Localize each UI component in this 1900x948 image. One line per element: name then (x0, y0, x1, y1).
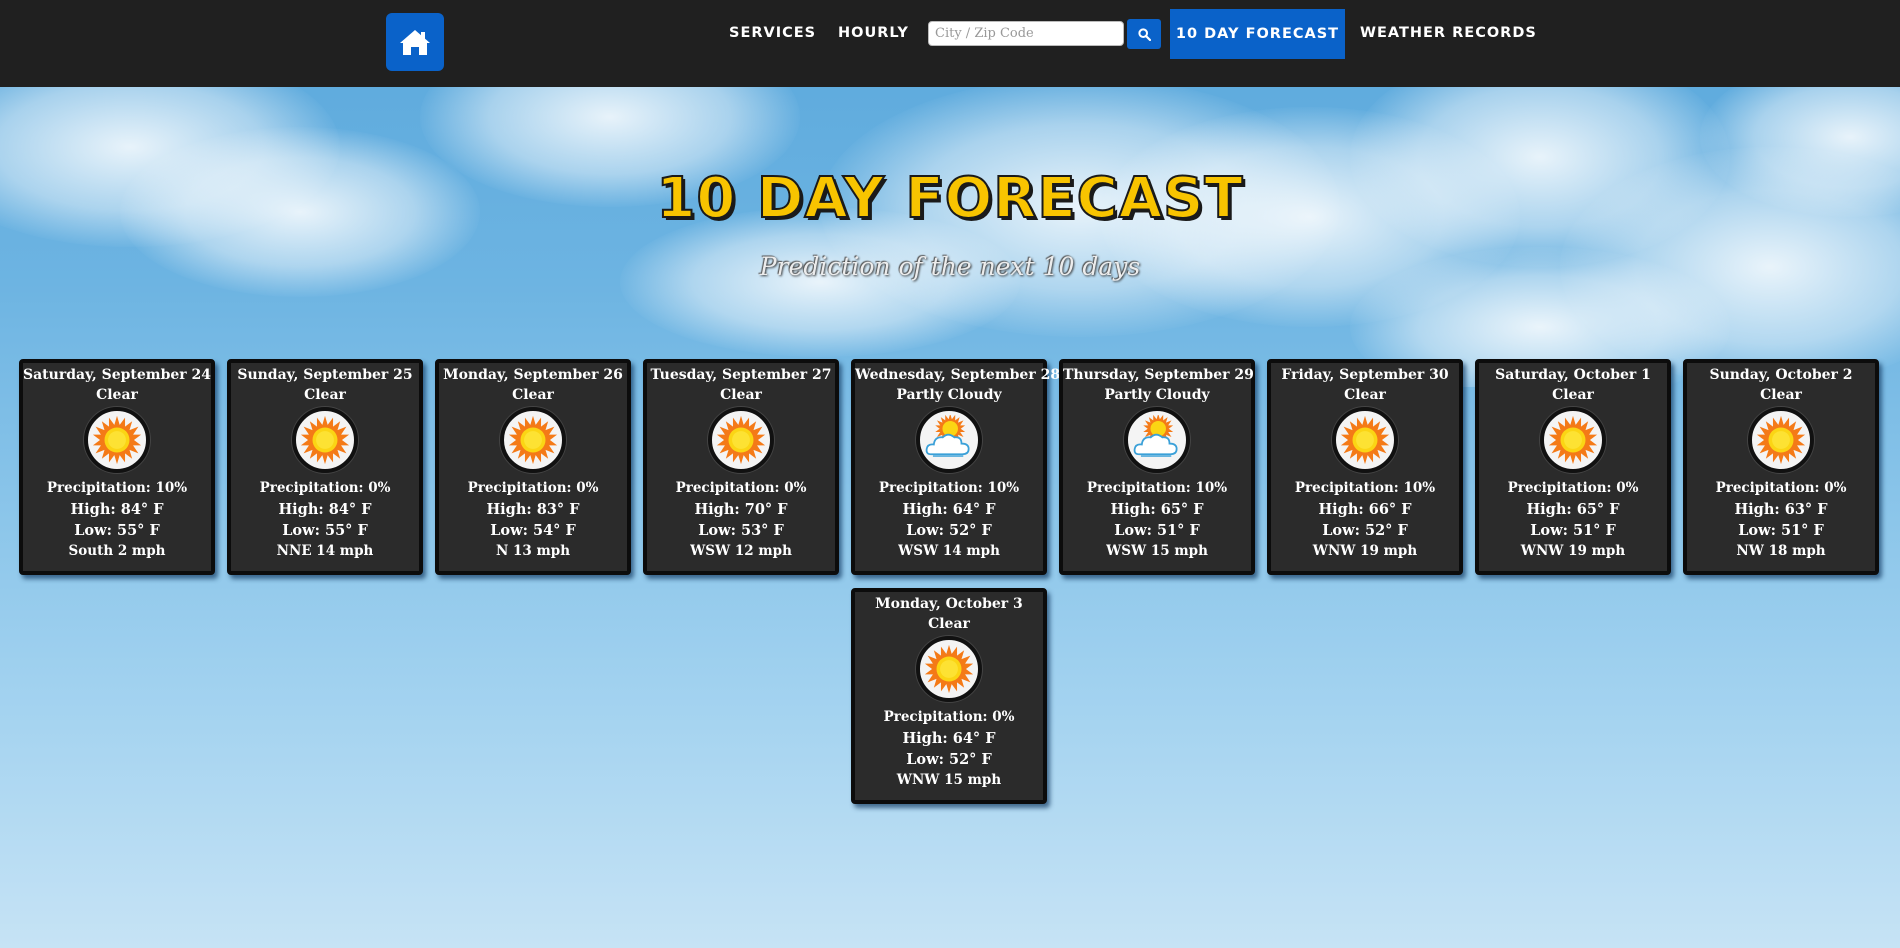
nav-link-hourly[interactable]: HOURLY (838, 22, 909, 44)
nav-link-10-day-forecast[interactable]: 10 DAY FORECAST (1170, 9, 1345, 59)
forecast-card: Thursday, September 29 Partly Cloudy Preci… (1059, 359, 1255, 575)
forecast-day: Friday, September 30 (1281, 367, 1449, 383)
forecast-condition: Clear (304, 387, 346, 403)
forecast-wind: WSW 12 mph (690, 543, 792, 559)
forecast-precipitation: Precipitation: 10% (878, 480, 1020, 496)
search-button[interactable] (1127, 19, 1161, 49)
forecast-card: Wednesday, September 28 Partly Cloudy Prec… (851, 359, 1061, 575)
forecast-low-temp: Low: 51° F (1738, 522, 1824, 539)
forecast-precipitation: Precipitation: 10% (46, 480, 188, 496)
forecast-day: Saturday, September 24 (23, 367, 212, 383)
forecast-wind: N 13 mph (495, 543, 571, 559)
forecast-high-temp: High: 65° F (1110, 501, 1204, 518)
sun-icon (500, 407, 566, 473)
forecast-wind: WNW 19 mph (1520, 543, 1626, 559)
forecast-high-temp: High: 70° F (694, 501, 788, 518)
forecast-wind: WNW 19 mph (1312, 543, 1418, 559)
forecast-high-temp: High: 84° F (70, 501, 164, 518)
forecast-day: Sunday, October 2 (1709, 367, 1853, 383)
forecast-low-temp: Low: 52° F (1322, 522, 1408, 539)
top-navbar: SERVICES HOURLY 10 DAY FORECAST WEATHER … (0, 0, 1900, 87)
sun-icon (708, 407, 774, 473)
forecast-wind: South 2 mph (68, 543, 166, 559)
sky-clouds-background (0, 87, 1900, 387)
forecast-card: Friday, September 30 Clear Precipitation: … (1267, 359, 1463, 575)
home-button[interactable] (386, 13, 444, 71)
forecast-precipitation: Precipitation: 0% (259, 480, 391, 496)
forecast-low-temp: Low: 55° F (74, 522, 160, 539)
forecast-high-temp: High: 63° F (1734, 501, 1828, 518)
forecast-condition: Clear (96, 387, 138, 403)
forecast-low-temp: Low: 51° F (1114, 522, 1200, 539)
forecast-low-temp: Low: 52° F (906, 522, 992, 539)
forecast-card: Saturday, September 24 Clear Precipitation… (19, 359, 215, 575)
forecast-day: Thursday, September 29 (1063, 367, 1254, 383)
forecast-day: Sunday, September 25 (237, 367, 413, 383)
partly-cloudy-icon (1124, 407, 1190, 473)
forecast-high-temp: High: 84° F (278, 501, 372, 518)
forecast-card: Sunday, October 2 Clear Precipitation: 0% H… (1683, 359, 1879, 575)
forecast-high-temp: High: 83° F (486, 501, 580, 518)
forecast-low-temp: Low: 55° F (282, 522, 368, 539)
forecast-wind: NNE 14 mph (276, 543, 374, 559)
forecast-condition: Partly Cloudy (1104, 387, 1210, 403)
page-title: 10 DAY FORECAST (655, 165, 1244, 232)
forecast-condition: Clear (928, 616, 970, 632)
forecast-condition: Clear (1760, 387, 1802, 403)
forecast-condition: Clear (512, 387, 554, 403)
forecast-low-temp: Low: 51° F (1530, 522, 1616, 539)
city-zip-search-input[interactable] (928, 21, 1124, 46)
sun-icon (916, 636, 982, 702)
page-subtitle: Prediction of the next 10 days (759, 252, 1141, 281)
forecast-condition: Clear (1552, 387, 1594, 403)
forecast-high-temp: High: 65° F (1526, 501, 1620, 518)
forecast-low-temp: Low: 53° F (698, 522, 784, 539)
forecast-high-temp: High: 64° F (902, 730, 996, 747)
forecast-day: Monday, September 26 (443, 367, 623, 383)
nav-link-services[interactable]: SERVICES (729, 22, 816, 44)
forecast-day: Saturday, October 1 (1495, 367, 1651, 383)
forecast-precipitation: Precipitation: 10% (1294, 480, 1436, 496)
forecast-card: Sunday, September 25 Clear Precipitation: … (227, 359, 423, 575)
forecast-condition: Clear (720, 387, 762, 403)
forecast-card: Monday, October 3 Clear Precipitation: 0% H… (851, 588, 1047, 804)
forecast-low-temp: Low: 52° F (906, 751, 992, 768)
sun-icon (84, 407, 150, 473)
forecast-wind: WSW 14 mph (898, 543, 1000, 559)
forecast-card: Saturday, October 1 Clear Precipitation: 0… (1475, 359, 1671, 575)
nav-link-weather-records[interactable]: WEATHER RECORDS (1360, 22, 1537, 44)
partly-cloudy-icon (916, 407, 982, 473)
forecast-precipitation: Precipitation: 0% (675, 480, 807, 496)
forecast-low-temp: Low: 54° F (490, 522, 576, 539)
forecast-precipitation: Precipitation: 0% (467, 480, 599, 496)
forecast-day: Monday, October 3 (875, 596, 1023, 612)
forecast-card: Tuesday, September 27 Clear Precipitation:… (643, 359, 839, 575)
sun-icon (1332, 407, 1398, 473)
forecast-wind: NW 18 mph (1736, 543, 1826, 559)
forecast-precipitation: Precipitation: 10% (1086, 480, 1228, 496)
forecast-condition: Clear (1344, 387, 1386, 403)
forecast-day: Tuesday, September 27 (650, 367, 832, 383)
forecast-precipitation: Precipitation: 0% (1715, 480, 1847, 496)
forecast-wind: WNW 15 mph (896, 772, 1002, 788)
sun-icon (1748, 407, 1814, 473)
forecast-wind: WSW 15 mph (1106, 543, 1208, 559)
forecast-condition: Partly Cloudy (896, 387, 1002, 403)
sun-icon (1540, 407, 1606, 473)
forecast-day: Wednesday, September 28 (855, 367, 1061, 383)
forecast-high-temp: High: 66° F (1318, 501, 1412, 518)
home-icon (400, 30, 430, 55)
forecast-card: Monday, September 26 Clear Precipitation: … (435, 359, 631, 575)
forecast-high-temp: High: 64° F (902, 501, 996, 518)
sun-icon (292, 407, 358, 473)
forecast-precipitation: Precipitation: 0% (883, 709, 1015, 725)
search-icon (1137, 27, 1151, 41)
forecast-precipitation: Precipitation: 0% (1507, 480, 1639, 496)
